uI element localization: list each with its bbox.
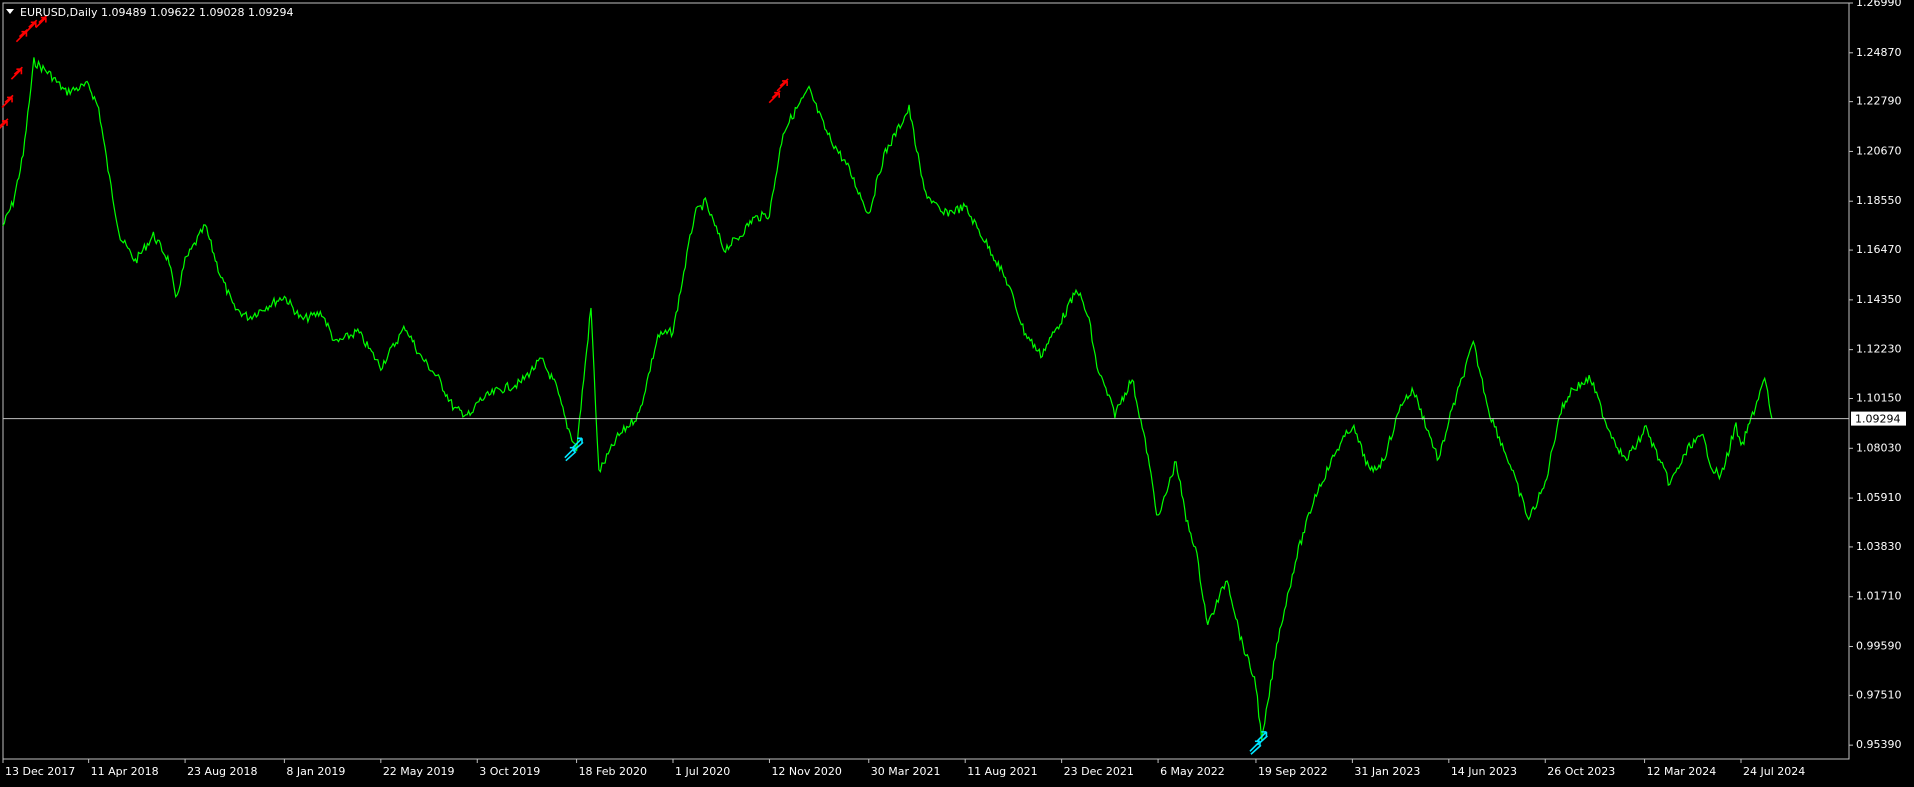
y-tick-label: 0.99590 xyxy=(1856,640,1902,653)
y-tick-label: 1.01710 xyxy=(1856,590,1902,603)
x-tick-label: 1 Jul 2020 xyxy=(675,765,730,778)
x-tick-label: 19 Sep 2022 xyxy=(1258,765,1328,778)
y-tick-label: 1.16470 xyxy=(1856,243,1902,256)
x-tick-label: 23 Aug 2018 xyxy=(187,765,257,778)
y-tick-label: 0.95390 xyxy=(1856,738,1902,751)
x-tick-label: 11 Aug 2021 xyxy=(967,765,1037,778)
y-tick-label: 1.24870 xyxy=(1856,46,1902,59)
x-tick-label: 22 May 2019 xyxy=(383,765,455,778)
x-tick-label: 18 Feb 2020 xyxy=(579,765,647,778)
x-tick-label: 24 Jul 2024 xyxy=(1743,765,1805,778)
x-tick-label: 31 Jan 2023 xyxy=(1354,765,1420,778)
y-tick-label: 1.12230 xyxy=(1856,343,1902,356)
y-tick-label: 1.20670 xyxy=(1856,144,1902,157)
x-tick-label: 30 Mar 2021 xyxy=(871,765,941,778)
y-tick-label: 1.18550 xyxy=(1856,194,1902,207)
x-tick-label: 8 Jan 2019 xyxy=(286,765,345,778)
x-tick-label: 11 Apr 2018 xyxy=(91,765,159,778)
price-chart[interactable]: 1.26990 1.24870 1.22790 1.20670 1.18550 1.164… xyxy=(0,0,1914,783)
x-tick-label: 12 Nov 2020 xyxy=(771,765,841,778)
y-tick-label: 0.97510 xyxy=(1856,688,1902,701)
x-tick-label: 12 Mar 2024 xyxy=(1647,765,1717,778)
symbol-label: EURUSD,Daily xyxy=(20,6,98,19)
x-tick-label: 14 Jun 2023 xyxy=(1451,765,1517,778)
x-tick-label: 23 Dec 2021 xyxy=(1064,765,1134,778)
y-tick-label: 1.05910 xyxy=(1856,491,1902,504)
y-tick-label: 1.10150 xyxy=(1856,391,1902,404)
chart-header: EURUSD,Daily 1.09489 1.09622 1.09028 1.0… xyxy=(6,6,293,19)
y-tick-label: 1.08030 xyxy=(1856,441,1902,454)
y-tick-label: 1.22790 xyxy=(1856,95,1902,108)
chart-window[interactable]: 1.26990 1.24870 1.22790 1.20670 1.18550 1.164… xyxy=(0,0,1914,783)
y-tick-label: 1.03830 xyxy=(1856,540,1902,553)
current-price-label: 1.09294 xyxy=(1855,413,1901,426)
y-tick-label: 1.14350 xyxy=(1856,293,1902,306)
ohlc-values: 1.09489 1.09622 1.09028 1.09294 xyxy=(101,6,293,19)
current-price-tag: 1.09294 xyxy=(1851,411,1906,426)
x-tick-label: 3 Oct 2019 xyxy=(479,765,540,778)
x-tick-label: 26 Oct 2023 xyxy=(1547,765,1615,778)
x-tick-label: 6 May 2022 xyxy=(1160,765,1225,778)
x-tick-label: 13 Dec 2017 xyxy=(5,765,75,778)
chart-background xyxy=(0,0,1914,783)
y-tick-label: 1.26990 xyxy=(1856,0,1902,9)
